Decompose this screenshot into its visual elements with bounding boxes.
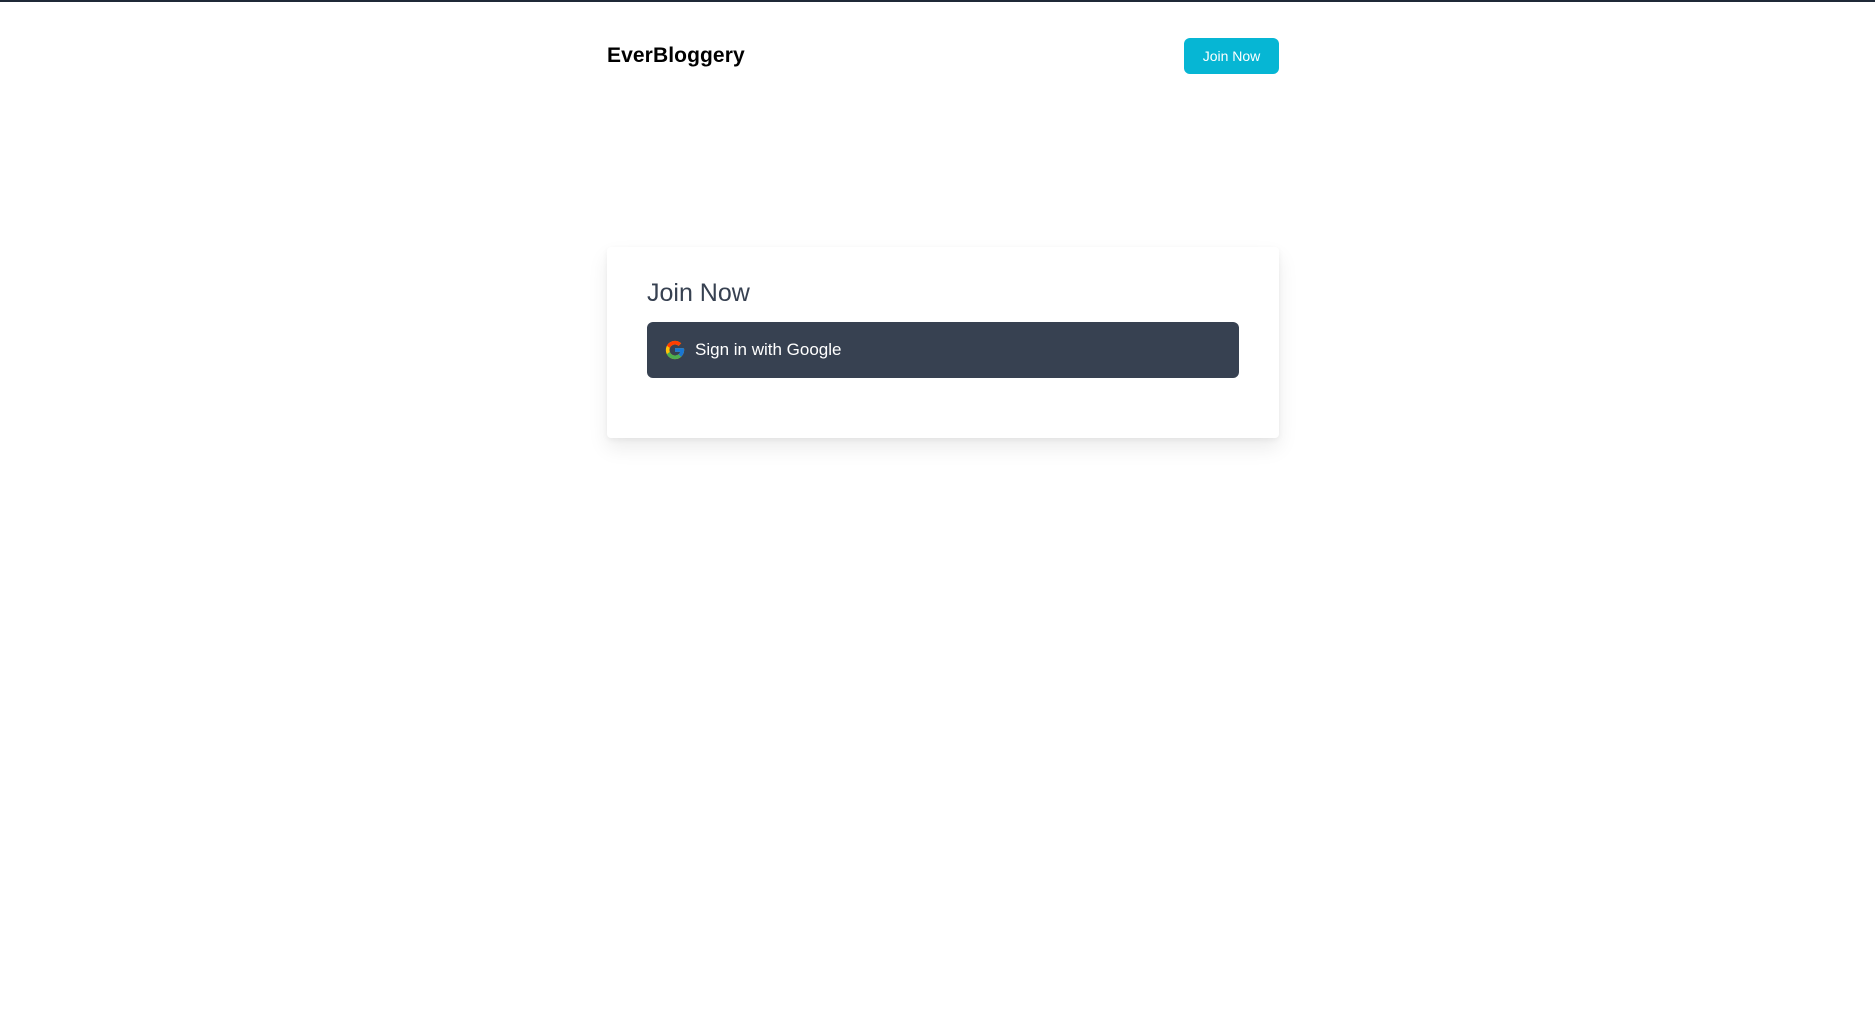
google-icon bbox=[664, 339, 686, 361]
top-border bbox=[0, 0, 1875, 2]
join-now-button[interactable]: Join Now bbox=[1184, 38, 1279, 74]
join-card: Join Now Sign in with Google bbox=[607, 247, 1279, 438]
brand-logo[interactable]: EverBloggery bbox=[607, 44, 745, 68]
card-title: Join Now bbox=[647, 279, 750, 307]
site-header: EverBloggery Join Now bbox=[607, 38, 1279, 74]
google-sign-in-button[interactable]: Sign in with Google bbox=[647, 322, 1239, 378]
google-button-label: Sign in with Google bbox=[695, 340, 842, 359]
